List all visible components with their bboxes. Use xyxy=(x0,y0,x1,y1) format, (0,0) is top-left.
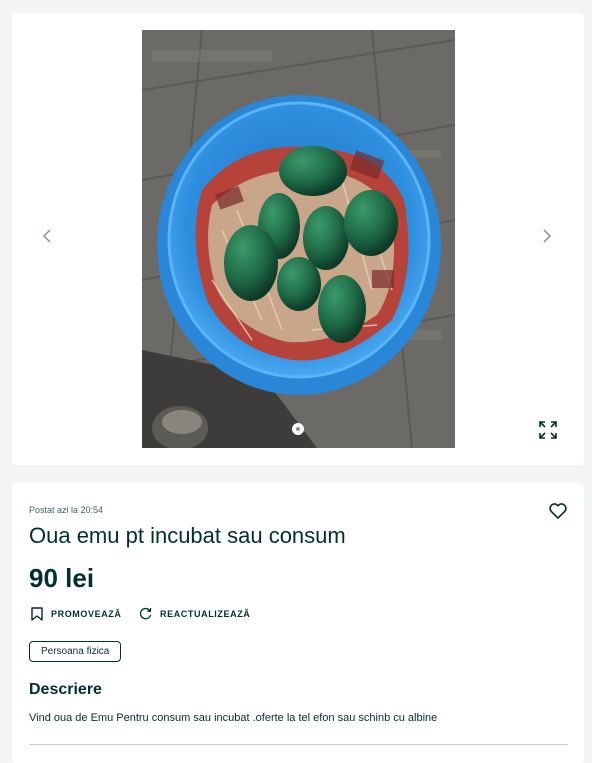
listing-details-card: Postat azi la 20:54 Oua emu pt incubat s… xyxy=(12,483,584,763)
divider xyxy=(29,744,568,745)
heart-outline-icon xyxy=(549,503,567,519)
description-text: Vind oua de Emu Pentru consum sau incuba… xyxy=(29,712,438,724)
chevron-right-icon xyxy=(543,229,552,243)
seller-type-badge: Persoana fizica xyxy=(29,641,122,662)
bookmark-icon xyxy=(31,607,43,621)
listing-price: 90 lei xyxy=(29,563,95,593)
listing-photo[interactable] xyxy=(142,30,455,448)
refresh-button[interactable]: REACTUALIZEAZĂ xyxy=(139,607,250,620)
posted-date: Postat azi la 20:54 xyxy=(29,505,104,515)
favorite-button[interactable] xyxy=(548,501,568,521)
fullscreen-button[interactable] xyxy=(536,418,560,442)
photo-indicator-dot[interactable] xyxy=(292,423,304,435)
previous-photo-button[interactable] xyxy=(36,224,58,248)
description-heading: Descriere xyxy=(29,681,102,698)
gallery-card xyxy=(12,13,584,465)
refresh-icon xyxy=(139,607,152,620)
next-photo-button[interactable] xyxy=(536,224,558,248)
refresh-label: REACTUALIZEAZĂ xyxy=(160,608,251,619)
eggs-in-bowl-image xyxy=(142,30,455,448)
expand-icon xyxy=(539,421,557,439)
listing-title: Oua emu pt incubat sau consum xyxy=(29,523,346,548)
chevron-left-icon xyxy=(42,229,51,243)
promote-button[interactable]: PROMOVEAZĂ xyxy=(31,607,122,621)
promote-label: PROMOVEAZĂ xyxy=(51,609,122,619)
